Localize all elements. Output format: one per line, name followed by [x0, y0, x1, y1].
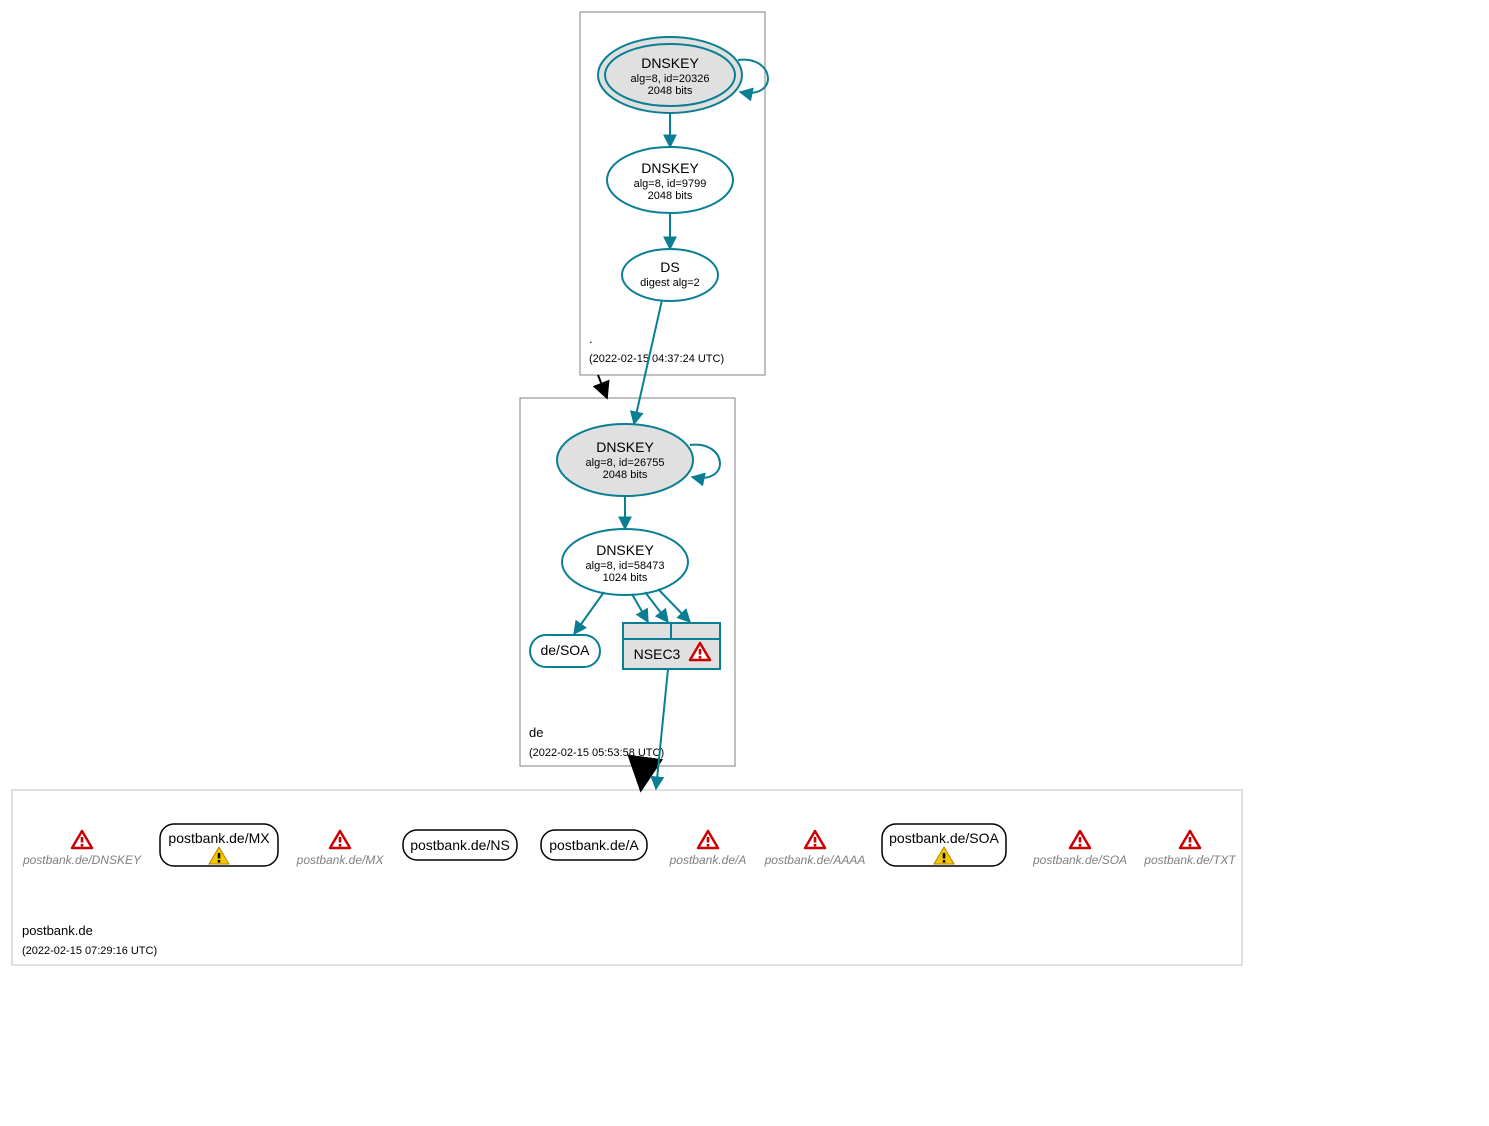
svg-text:postbank.de/TXT: postbank.de/TXT: [1143, 853, 1237, 867]
rr-phantom-mx: postbank.de/MX: [296, 831, 385, 867]
zone-root: . (2022-02-15 04:37:24 UTC) DNSKEY alg=8…: [580, 12, 768, 375]
zone-de-label: de: [529, 725, 543, 740]
edge-zone-root-de: [598, 375, 607, 398]
rr-phantom-soa: postbank.de/SOA: [1032, 831, 1127, 867]
rr-phantom-a: postbank.de/A: [669, 831, 747, 867]
rr-soa: postbank.de/SOA: [882, 824, 1006, 866]
node-de-nsec3: NSEC3: [623, 623, 720, 669]
zone-target: postbank.de (2022-02-15 07:29:16 UTC) po…: [12, 669, 1242, 965]
svg-text:alg=8, id=20326: alg=8, id=20326: [631, 73, 710, 85]
edge-de-zsk-nsec-3: [658, 589, 690, 622]
edge-de-zsk-soa: [574, 592, 604, 634]
svg-text:postbank.de/SOA: postbank.de/SOA: [889, 830, 999, 846]
svg-text:alg=8, id=26755: alg=8, id=26755: [586, 457, 665, 469]
zone-de: de (2022-02-15 05:53:58 UTC) DNSKEY alg=…: [520, 300, 735, 766]
svg-text:DNSKEY: DNSKEY: [641, 160, 699, 176]
edge-de-nsec-target: [656, 669, 668, 789]
svg-text:postbank.de/MX: postbank.de/MX: [168, 830, 270, 846]
node-root-ds: DS digest alg=2: [622, 249, 718, 301]
zone-target-label: postbank.de: [22, 923, 93, 938]
dnssec-graph: . (2022-02-15 04:37:24 UTC) DNSKEY alg=8…: [0, 0, 1489, 1126]
node-root-ksk: DNSKEY alg=8, id=20326 2048 bits: [598, 37, 742, 113]
edge-zone-de-target: [641, 766, 644, 789]
svg-text:postbank.de/AAAA: postbank.de/AAAA: [764, 853, 866, 867]
svg-text:2048 bits: 2048 bits: [648, 85, 693, 97]
svg-text:postbank.de/SOA: postbank.de/SOA: [1032, 853, 1127, 867]
svg-text:DNSKEY: DNSKEY: [596, 439, 654, 455]
rr-ns: postbank.de/NS: [403, 830, 517, 860]
svg-text:NSEC3: NSEC3: [634, 646, 681, 662]
zone-root-timestamp: (2022-02-15 04:37:24 UTC): [589, 353, 724, 365]
svg-text:2048 bits: 2048 bits: [603, 469, 648, 481]
svg-text:DNSKEY: DNSKEY: [641, 55, 699, 71]
zone-target-timestamp: (2022-02-15 07:29:16 UTC): [22, 945, 157, 957]
svg-text:alg=8, id=58473: alg=8, id=58473: [586, 560, 665, 572]
svg-text:postbank.de/DNSKEY: postbank.de/DNSKEY: [22, 853, 142, 867]
svg-text:digest alg=2: digest alg=2: [640, 277, 700, 289]
svg-text:postbank.de/MX: postbank.de/MX: [296, 853, 385, 867]
svg-text:alg=8, id=9799: alg=8, id=9799: [634, 178, 707, 190]
zone-de-timestamp: (2022-02-15 05:53:58 UTC): [529, 747, 664, 759]
svg-text:postbank.de/A: postbank.de/A: [669, 853, 747, 867]
edge-de-zsk-nsec-1: [632, 594, 648, 622]
svg-text:DNSKEY: DNSKEY: [596, 542, 654, 558]
rr-phantom-txt: postbank.de/TXT: [1143, 831, 1237, 867]
svg-text:de/SOA: de/SOA: [540, 642, 590, 658]
edge-de-ksk-self: [690, 445, 720, 478]
zone-root-label: .: [589, 331, 593, 346]
svg-text:1024 bits: 1024 bits: [603, 572, 648, 584]
node-root-zsk: DNSKEY alg=8, id=9799 2048 bits: [607, 147, 733, 213]
svg-text:postbank.de/A: postbank.de/A: [549, 837, 639, 853]
rr-phantom-aaaa: postbank.de/AAAA: [764, 831, 866, 867]
node-de-soa: de/SOA: [530, 635, 600, 667]
rr-phantom-dnskey: postbank.de/DNSKEY: [22, 831, 142, 867]
svg-text:2048 bits: 2048 bits: [648, 190, 693, 202]
svg-text:postbank.de/NS: postbank.de/NS: [410, 837, 510, 853]
rr-mx: postbank.de/MX: [160, 824, 278, 866]
node-de-zsk: DNSKEY alg=8, id=58473 1024 bits: [562, 529, 688, 595]
node-de-ksk: DNSKEY alg=8, id=26755 2048 bits: [557, 424, 693, 496]
rr-a: postbank.de/A: [541, 830, 647, 860]
svg-text:DS: DS: [660, 259, 679, 275]
